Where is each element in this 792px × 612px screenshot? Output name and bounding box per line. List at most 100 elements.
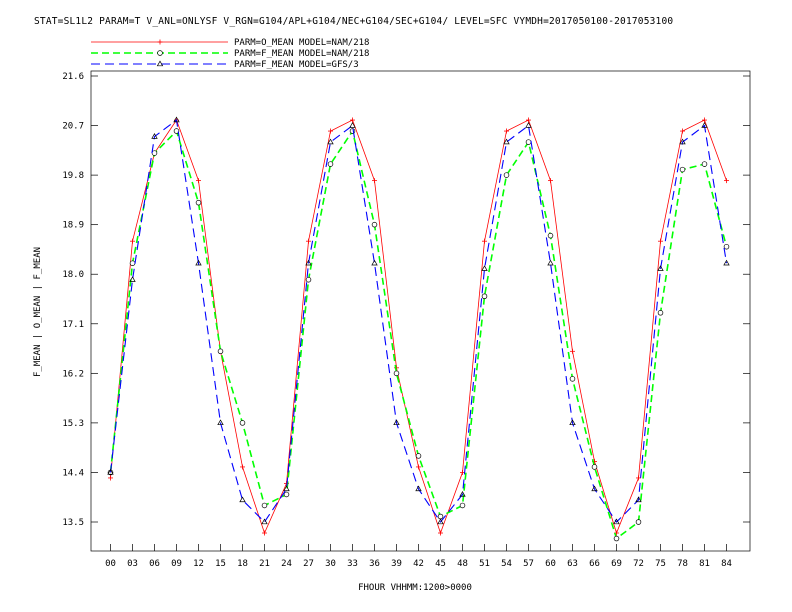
- triangle-marker: [371, 259, 378, 266]
- triangle-marker: [481, 265, 488, 271]
- circle-marker: [591, 464, 598, 470]
- y-tick-label: 18.9: [62, 221, 84, 231]
- data-point: [547, 259, 554, 266]
- data-point: [217, 348, 224, 355]
- x-tick-label: 27: [303, 559, 314, 569]
- data-point: [261, 502, 268, 509]
- plus-marker: [328, 128, 333, 134]
- x-tick-label: 45: [435, 559, 446, 569]
- circle-marker: [415, 453, 422, 459]
- data-point: [129, 260, 136, 266]
- plus-marker: [108, 475, 113, 481]
- plus-marker: [372, 178, 377, 184]
- data-point: [548, 178, 553, 184]
- data-point: [108, 475, 113, 481]
- y-tick-label: 13.5: [62, 518, 84, 528]
- circle-marker: [459, 502, 466, 509]
- circle-marker: [283, 491, 290, 498]
- plus-marker: [262, 530, 267, 536]
- circle-marker: [437, 513, 444, 520]
- plot-frame: [90, 70, 751, 552]
- series-1: [107, 128, 730, 542]
- data-point: [635, 519, 642, 525]
- data-point: [680, 128, 685, 134]
- circle-marker: [327, 161, 334, 167]
- plus-marker: [482, 238, 487, 244]
- plus-marker: [724, 178, 729, 184]
- circle-marker: [525, 139, 532, 145]
- y-tick-label: 16.2: [62, 369, 84, 379]
- x-tick-label: 42: [413, 559, 424, 569]
- triangle-marker: [239, 496, 246, 503]
- x-tick-label: 69: [611, 559, 622, 569]
- y-tick-label: 21.6: [62, 72, 84, 82]
- data-point: [371, 259, 378, 266]
- x-tick-label: 60: [545, 559, 556, 569]
- legend-entry-0: PARM=O_MEAN MODEL=NAM/218: [91, 38, 369, 48]
- circle-marker: [217, 348, 224, 355]
- circle-marker: [679, 166, 686, 173]
- x-tick-label: 48: [457, 559, 468, 569]
- data-point: [613, 535, 620, 542]
- circle-marker: [635, 519, 642, 525]
- circle-marker: [305, 276, 312, 283]
- x-tick-label: 12: [193, 559, 204, 569]
- x-tick-label: 72: [633, 559, 644, 569]
- plus-marker: [680, 128, 685, 134]
- plus-marker: [438, 530, 443, 536]
- legend-label: PARM=F_MEAN MODEL=GFS/3: [234, 60, 359, 70]
- circle-marker: [723, 243, 730, 250]
- circle-marker: [195, 199, 202, 206]
- x-tick-label: 36: [369, 559, 380, 569]
- x-tick-label: 15: [215, 559, 226, 569]
- data-point: [702, 117, 707, 123]
- x-tick-label: 78: [677, 559, 688, 569]
- series-0: [108, 117, 729, 536]
- y-tick-label: 20.7: [62, 122, 84, 132]
- x-tick-label: 21: [259, 559, 270, 569]
- plus-marker: [702, 117, 707, 123]
- data-point: [239, 420, 246, 426]
- x-tick-label: 33: [347, 559, 358, 569]
- plus-marker: [548, 178, 553, 184]
- x-tick-label: 30: [325, 559, 336, 569]
- plus-marker: [658, 238, 663, 244]
- data-point: [196, 178, 201, 184]
- x-tick-label: 63: [567, 559, 578, 569]
- plus-marker: [306, 238, 311, 244]
- x-tick-label: 09: [171, 559, 182, 569]
- data-point: [482, 238, 487, 244]
- legend-label: PARM=F_MEAN MODEL=NAM/218: [234, 49, 369, 59]
- x-tick-label: 06: [149, 559, 160, 569]
- data-point: [701, 161, 708, 167]
- legend-entry-2: PARM=F_MEAN MODEL=GFS/3: [91, 60, 359, 70]
- data-point: [371, 221, 378, 228]
- data-point: [416, 464, 421, 470]
- circle-marker: [239, 420, 246, 426]
- series-2: [107, 116, 730, 525]
- circle-marker: [261, 502, 268, 509]
- series-line: [109, 129, 728, 540]
- y-tick-label: 18.0: [62, 270, 84, 280]
- circle-marker: [393, 370, 400, 377]
- data-point: [723, 243, 730, 250]
- data-point: [306, 238, 311, 244]
- circle-marker: [569, 376, 576, 382]
- circle-marker: [151, 150, 158, 156]
- x-tick-label: 81: [699, 559, 710, 569]
- x-tick-label: 18: [237, 559, 248, 569]
- circle-marker: [547, 232, 554, 239]
- x-tick-label: 66: [589, 559, 600, 569]
- data-point: [151, 150, 158, 156]
- plus-marker: [157, 39, 163, 45]
- data-point: [393, 370, 400, 377]
- x-tick-label: 03: [127, 559, 138, 569]
- legend-entry-1: PARM=F_MEAN MODEL=NAM/218: [91, 49, 369, 59]
- x-tick-label: 39: [391, 559, 402, 569]
- y-tick-label: 15.3: [62, 419, 84, 429]
- data-point: [591, 464, 598, 470]
- data-point: [283, 491, 290, 498]
- x-axis: 00 03 06 09 12 15 18 21 24 27 30 33 36 39 42 45 48 51 54 57…: [105, 544, 732, 569]
- data-point: [350, 117, 355, 123]
- chart-legend: PARM=O_MEAN MODEL=NAM/218PARM=F_MEAN MOD…: [91, 38, 369, 70]
